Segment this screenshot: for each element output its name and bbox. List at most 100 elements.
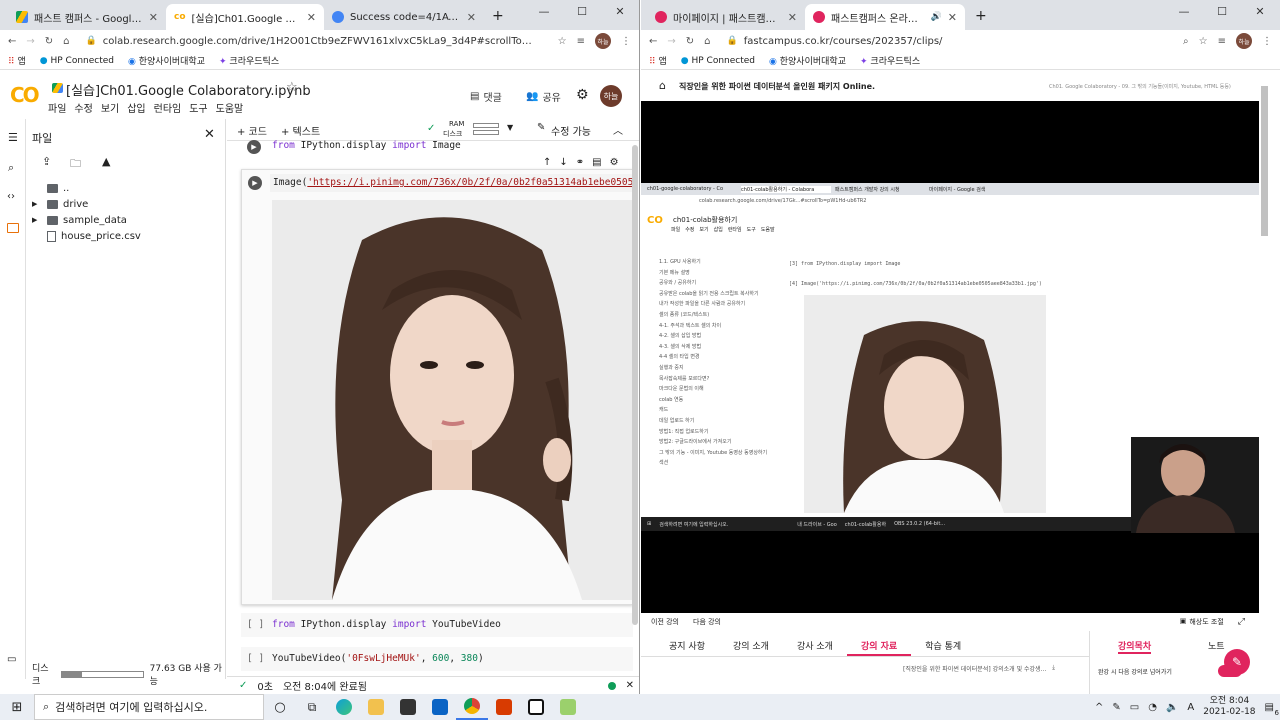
more-icon[interactable]: ⋮: [1262, 36, 1272, 47]
tree-item-drive[interactable]: ▶ drive: [32, 196, 222, 212]
toc-icon[interactable]: ☰: [8, 131, 18, 144]
download-icon[interactable]: ⤓: [1052, 664, 1055, 673]
share-button[interactable]: 👥 공유: [526, 89, 561, 104]
page-scrollbar[interactable]: [1261, 86, 1268, 236]
minimize-icon[interactable]: —: [1165, 5, 1203, 18]
menu-insert[interactable]: 삽입: [127, 100, 145, 115]
close-tab-icon[interactable]: ✕: [788, 11, 797, 24]
minimize-icon[interactable]: —: [525, 5, 563, 18]
run-cell-icon[interactable]: ▶: [248, 176, 262, 190]
chrome-icon[interactable]: [456, 694, 488, 720]
reload-icon[interactable]: ↻: [45, 36, 53, 47]
code-cell-3[interactable]: [ ] from IPython.display import YouTubeV…: [241, 613, 633, 637]
bookmark-crowdtics[interactable]: ✦ 크라우드틱스: [219, 54, 279, 67]
add-text-button[interactable]: + 텍스트: [281, 123, 320, 138]
forward-icon[interactable]: →: [667, 36, 675, 47]
tab-mypage[interactable]: 마이페이지 | 패스트캠퍼스 ✕: [647, 4, 805, 30]
close-panel-icon[interactable]: ✕: [204, 127, 215, 142]
tab-fastcampus-lecture[interactable]: 패스트캠퍼스 온라인 강의 🔊 ✕: [805, 4, 965, 30]
tab-success-code[interactable]: Success code=4/1AY0e-g4x3eT ✕: [324, 4, 484, 30]
task-view-icon[interactable]: ⧉: [296, 694, 328, 720]
maximize-icon[interactable]: ☐: [563, 5, 601, 18]
star-icon[interactable]: ☆: [558, 36, 567, 47]
search-icon[interactable]: ⌕: [8, 161, 14, 175]
tree-item-parent[interactable]: ..: [32, 180, 222, 196]
bookmark-hanyang[interactable]: ◉ 한양사이버대학교: [769, 54, 846, 67]
reading-list-icon[interactable]: ≡: [1218, 36, 1226, 47]
user-avatar[interactable]: 하늘: [600, 85, 622, 107]
menu-edit[interactable]: 수정: [74, 100, 92, 115]
edge-icon[interactable]: [328, 694, 360, 720]
attachment-row[interactable]: [직장인을 위한 파이썬 데이터분석] 강의소개 및 수강생... ⤓: [903, 664, 1073, 673]
notebook-title[interactable]: [실습]Ch01.Google Colaboratory.ipynb: [66, 80, 311, 99]
course-tab[interactable]: 강의 소개: [719, 631, 783, 656]
url-field[interactable]: 🔒 fastcampus.co.kr/courses/202357/clips/: [721, 30, 1174, 52]
course-tab[interactable]: 학습 통계: [911, 631, 975, 656]
star-icon[interactable]: ☆: [1199, 36, 1208, 47]
reload-icon[interactable]: ↻: [686, 36, 694, 47]
prev-lecture-button[interactable]: 이전 강의: [651, 617, 679, 627]
add-code-button[interactable]: + 코드: [237, 123, 267, 138]
file-explorer-icon[interactable]: [360, 694, 392, 720]
home-icon[interactable]: ⌂: [63, 36, 69, 47]
cell-code[interactable]: Image('https://i.pinimg.com/736x/0b/2f/0…: [270, 174, 632, 192]
back-icon[interactable]: ←: [8, 36, 16, 47]
home-course-icon[interactable]: ⌂: [659, 79, 666, 92]
files-icon[interactable]: [7, 223, 19, 233]
notion-icon[interactable]: [520, 694, 552, 720]
curriculum-tab[interactable]: 강의목차: [1118, 639, 1152, 654]
expand-icon[interactable]: ▶: [32, 216, 42, 224]
colab-logo[interactable]: CO: [10, 83, 40, 107]
start-button[interactable]: ⊞: [0, 694, 34, 720]
profile-avatar[interactable]: 하늘: [1236, 33, 1252, 49]
menu-runtime[interactable]: 런타임: [154, 100, 182, 115]
notification-icon[interactable]: ▤ 6: [1265, 702, 1279, 717]
star-notebook-icon[interactable]: ☆: [286, 80, 298, 95]
store-icon[interactable]: [392, 694, 424, 720]
pen-tray-icon[interactable]: ✎: [1112, 702, 1120, 713]
close-tab-icon[interactable]: ✕: [149, 11, 158, 24]
bookmark-apps[interactable]: ⠿ 앱: [8, 54, 26, 67]
settings-gear-icon[interactable]: ⚙: [576, 87, 589, 103]
new-tab-button[interactable]: +: [975, 8, 987, 24]
battery-icon[interactable]: ▭: [1130, 702, 1139, 713]
expand-icon[interactable]: ▶: [32, 200, 42, 208]
course-tab[interactable]: 강의 자료: [846, 631, 912, 656]
edit-mode-label[interactable]: 수정 가능: [551, 123, 591, 138]
expand-player-icon[interactable]: ⤢: [1238, 617, 1245, 627]
upload-icon[interactable]: ⇪: [42, 155, 51, 168]
tab-colab[interactable]: co [실습]Ch01.Google Colaboratory ✕: [166, 4, 324, 30]
disk-bar[interactable]: [473, 130, 499, 135]
runtime-dropdown-icon[interactable]: ▼: [507, 123, 513, 132]
code-cell-1[interactable]: ▶ from IPython.display import Image: [241, 140, 631, 155]
close-tab-icon[interactable]: ✕: [948, 11, 957, 24]
office-icon[interactable]: [488, 694, 520, 720]
new-tab-button[interactable]: +: [492, 8, 504, 24]
taskbar-search-box[interactable]: ⌕ 검색하려면 여기에 입력하십시오.: [34, 694, 264, 720]
code-cell-4[interactable]: [ ] YouTubeVideo('0FswLjHeMUk', 600, 380…: [241, 647, 633, 671]
tree-item-sample-data[interactable]: ▶ sample_data: [32, 212, 222, 228]
close-tab-icon[interactable]: ✕: [467, 11, 476, 24]
cell-code[interactable]: from IPython.display import YouTubeVideo: [272, 619, 501, 630]
menu-help[interactable]: 도움말: [216, 100, 244, 115]
network-icon[interactable]: ◔: [1148, 702, 1157, 713]
ram-bar[interactable]: [473, 123, 499, 128]
bookmark-crowdtics[interactable]: ✦ 크라우드틱스: [860, 54, 920, 67]
menu-tools[interactable]: 도구: [189, 100, 207, 115]
profile-avatar[interactable]: 하늘: [595, 33, 611, 49]
close-window-icon[interactable]: ✕: [1241, 5, 1279, 18]
course-tab[interactable]: 강사 소개: [783, 631, 847, 656]
notes-tab[interactable]: 노트: [1208, 639, 1225, 652]
bookmark-hanyang[interactable]: ◉ 한양사이버대학교: [128, 54, 205, 67]
cell-code[interactable]: YouTubeVideo('0FswLjHeMUk', 600, 380): [272, 653, 484, 664]
video-player[interactable]: ch01-google-colaboratory - Co ch01-colab…: [641, 101, 1259, 613]
volume-icon[interactable]: 🔈: [1166, 702, 1178, 713]
mail-icon[interactable]: [424, 694, 456, 720]
code-cell-2[interactable]: ▶ Image('https://i.pinimg.com/736x/0b/2f…: [241, 169, 633, 605]
zoom-search-icon[interactable]: ⌕: [1183, 36, 1189, 47]
next-lecture-button[interactable]: 다음 강의: [693, 617, 721, 627]
notebook-scrollbar[interactable]: [632, 145, 638, 625]
pen-app-icon[interactable]: [552, 694, 584, 720]
menu-file[interactable]: 파일: [48, 100, 66, 115]
audio-playing-icon[interactable]: 🔊: [931, 12, 942, 22]
